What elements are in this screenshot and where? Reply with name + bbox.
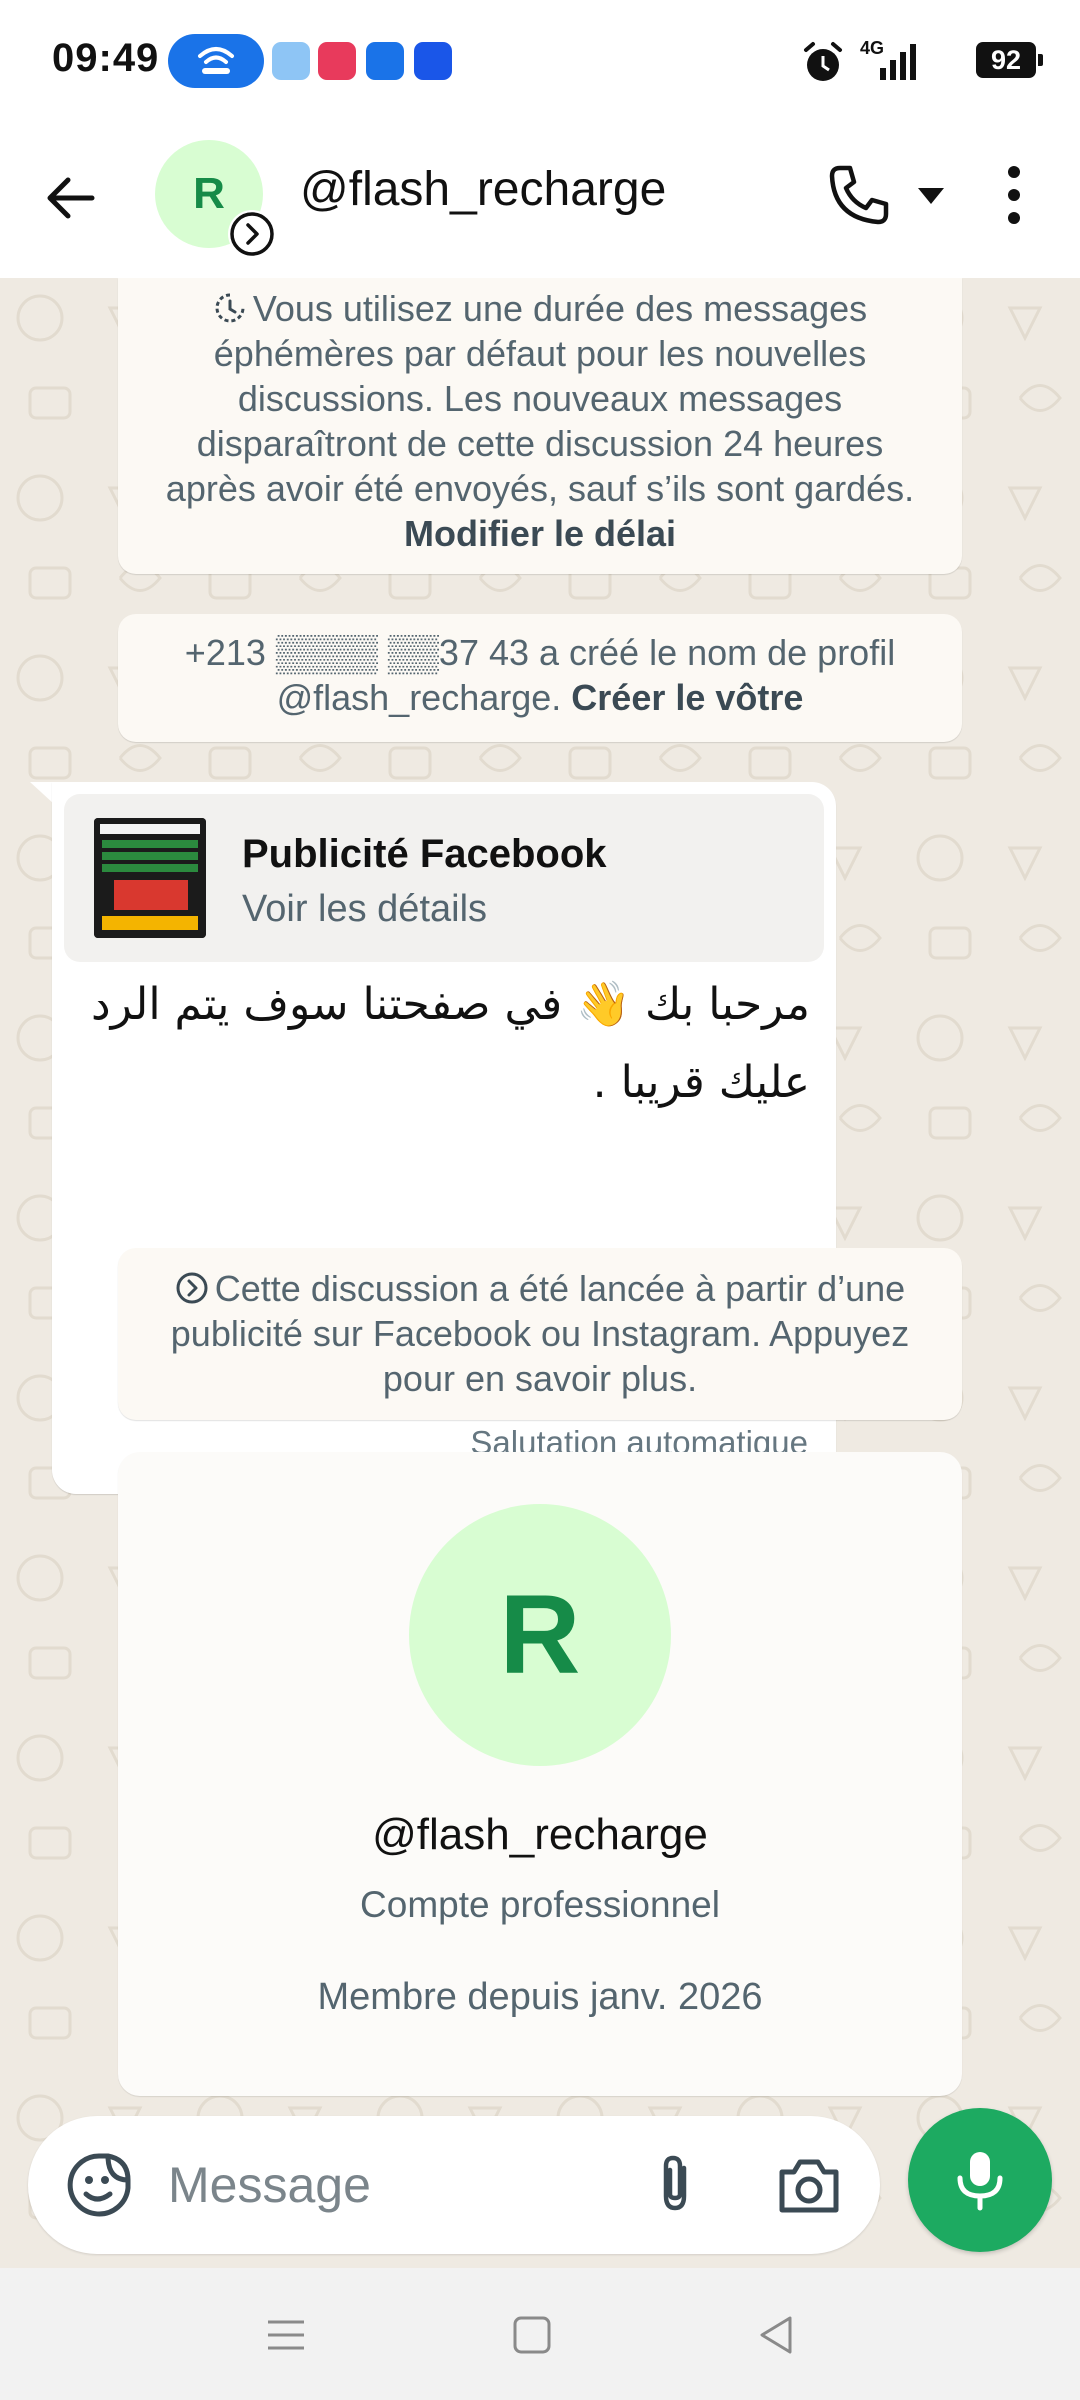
weather-app-icon <box>272 42 310 80</box>
system-nav-bar <box>0 2268 1080 2400</box>
voice-message-button[interactable] <box>908 2108 1052 2252</box>
hotspot-icon <box>198 47 234 74</box>
call-dropdown-icon[interactable] <box>914 184 948 208</box>
menu-icon[interactable] <box>256 2310 316 2360</box>
phone-app-icon <box>414 42 452 80</box>
home-icon[interactable] <box>502 2310 562 2360</box>
create-profile-link[interactable]: Créer le vôtre <box>571 677 803 718</box>
message-text: مرحبا بك 👋 في صفحتنا سوف يتم الرد عليك ق… <box>91 979 810 1108</box>
business-profile-card[interactable]: R @flash_recharge Compte professionnel M… <box>118 1452 962 2096</box>
facebook-ad-preview[interactable]: Publicité Facebook Voir les détails <box>64 794 824 962</box>
paperclip-icon[interactable] <box>640 2150 710 2220</box>
voice-call-icon[interactable] <box>826 162 892 228</box>
ad-origin-notice[interactable]: Cette discussion a été lancée à partir d… <box>118 1248 962 1420</box>
chevron-circle-icon <box>176 1272 208 1304</box>
camera-icon[interactable] <box>774 2152 844 2218</box>
disappearing-messages-notice[interactable]: Vous utilisez une durée des messages éph… <box>118 278 962 574</box>
timer-icon <box>215 293 245 323</box>
more-options-icon[interactable] <box>996 162 1032 228</box>
chat-area[interactable]: Vous utilisez une durée des messages éph… <box>0 278 1080 2268</box>
profile-name: @flash_recharge <box>372 1810 708 1859</box>
back-nav-icon[interactable] <box>746 2310 806 2360</box>
chat-header: R @flash_recharge <box>0 122 1080 278</box>
alarm-icon <box>804 42 842 81</box>
status-time: 09:49 <box>52 36 160 80</box>
ad-details-link[interactable]: Voir les détails <box>242 888 487 931</box>
bubble-tail <box>30 782 54 804</box>
modify-timer-link[interactable]: Modifier le délai <box>404 513 676 554</box>
signal-icon <box>880 44 916 80</box>
hotspot-indicator <box>168 34 264 88</box>
ad-origin-text: Cette discussion a été lancée à partir d… <box>170 1268 910 1399</box>
account-type: Compte professionnel <box>360 1884 720 1925</box>
battery-indicator: 92 <box>976 42 1043 78</box>
ad-title: Publicité Facebook <box>242 832 607 876</box>
message-input[interactable] <box>168 2146 628 2224</box>
wifi-app-icon <box>366 42 404 80</box>
sticker-emoji-icon[interactable] <box>64 2150 134 2220</box>
profile-name-notice[interactable]: +213 ▒▒▒▒ ▒▒37 43 a créé le nom de profi… <box>118 614 962 742</box>
myidoom-app-icon <box>318 42 356 80</box>
microphone-icon <box>957 2152 1003 2211</box>
ad-chevron-badge-icon <box>228 210 276 258</box>
back-arrow-icon[interactable] <box>40 166 104 230</box>
message-composer <box>28 2116 880 2254</box>
ad-thumbnail <box>94 818 206 938</box>
status-bar: 09:49 4G 92 <box>0 0 1080 122</box>
disappearing-text: Vous utilisez une durée des messages éph… <box>165 288 915 509</box>
profile-avatar[interactable]: R <box>409 1504 671 1766</box>
chat-title[interactable]: @flash_recharge <box>300 162 666 217</box>
member-since: Membre depuis janv. 2026 <box>317 1976 763 2018</box>
